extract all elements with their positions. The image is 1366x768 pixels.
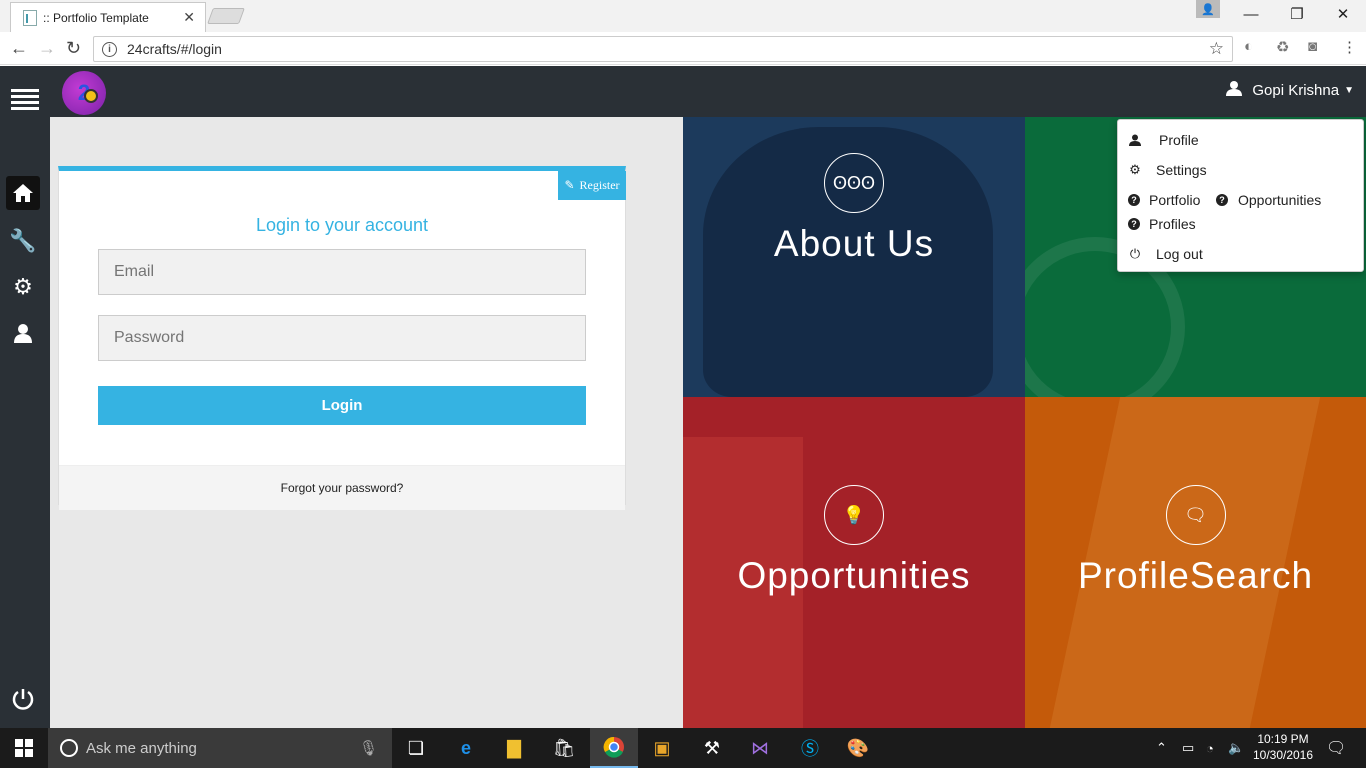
login-button[interactable]: Login <box>98 386 586 425</box>
lightbulb-icon: 💡 <box>824 485 884 545</box>
info-icon[interactable]: i <box>102 41 117 57</box>
address-bar-row: ← → ↻ i 24crafts/#/login ☆ ◐ ♻ ◙ ⋮ <box>0 32 1366 65</box>
menu-profile-label: Profile <box>1159 132 1199 148</box>
search-placeholder: Ask me anything <box>86 739 197 757</box>
clock-time: 10:19 PM <box>1257 732 1309 746</box>
chrome-menu-icon[interactable]: ⋮ <box>1342 38 1357 56</box>
question-circle-icon: ? <box>1216 194 1228 206</box>
user-name: Gopi Krishna <box>1252 82 1340 99</box>
store-icon[interactable]: 🛍 <box>540 728 588 768</box>
close-window-button[interactable]: ✕ <box>1320 0 1366 28</box>
menu-item-opportunities[interactable]: ? Opportunities <box>1216 192 1321 208</box>
user-icon[interactable] <box>6 316 40 350</box>
login-title: Login to your account <box>255 215 429 235</box>
edge-icon[interactable]: e <box>442 728 490 768</box>
top-bar: 2 Gopi Krishna ▼ <box>50 66 1366 117</box>
cortana-search-box[interactable]: Ask me anything 🎙 <box>48 728 392 768</box>
power-icon: ⏻ <box>1129 246 1141 261</box>
page-favicon-icon <box>23 9 37 26</box>
new-tab-button[interactable] <box>207 8 245 24</box>
logo-reel-icon <box>84 89 98 103</box>
user-dropdown-menu: Profile ⚙ Settings ? Portfolio ? Opportu… <box>1117 119 1364 272</box>
tab-title: :: Portfolio Template <box>43 10 149 25</box>
url-text: 24crafts/#/login <box>127 41 222 57</box>
home-icon[interactable] <box>6 176 40 210</box>
cortana-icon <box>60 739 78 757</box>
browser-tab[interactable]: :: Portfolio Template ✕ <box>10 2 206 32</box>
question-circle-icon: ? <box>1128 194 1140 206</box>
user-icon <box>1128 133 1142 147</box>
user-icon <box>1226 80 1243 101</box>
volume-icon[interactable]: 🔈 <box>1228 728 1244 768</box>
windows-start-icon[interactable] <box>0 728 48 768</box>
tools-icon[interactable]: ⚒ <box>688 728 736 768</box>
gear-icon[interactable]: ⚙ <box>6 270 40 304</box>
menu-icon[interactable] <box>8 82 42 116</box>
menu-profiles-label: Profiles <box>1149 216 1196 232</box>
register-button[interactable]: ✎ Register <box>558 171 626 200</box>
email-field[interactable] <box>98 249 586 295</box>
forgot-password-link[interactable]: Forgot your password? <box>59 465 625 510</box>
about-us-tile[interactable]: ʘʘʘ About Us <box>683 117 1025 397</box>
skype-icon[interactable]: Ⓢ <box>786 728 834 768</box>
user-dropdown-toggle[interactable]: Gopi Krishna ▼ <box>1226 80 1354 101</box>
menu-item-settings[interactable]: ⚙ Settings <box>1128 162 1207 178</box>
bookmark-star-icon[interactable]: ☆ <box>1209 39 1224 59</box>
opportunities-label: Opportunities <box>737 555 971 596</box>
forward-icon[interactable]: → <box>38 38 56 59</box>
task-view-icon[interactable]: ❏ <box>392 728 440 768</box>
password-field[interactable] <box>98 315 586 361</box>
profilesearch-tile[interactable]: 🗨 ProfileSearch <box>1025 397 1366 728</box>
clock-date: 10/30/2016 <box>1252 748 1314 762</box>
tray-chevron-icon[interactable]: ⌃ <box>1156 728 1167 768</box>
browser-tab-strip: :: Portfolio Template ✕ 👤 — ❐ ✕ <box>0 0 1366 32</box>
profilesearch-label: ProfileSearch <box>1077 555 1314 596</box>
menu-item-profiles[interactable]: ? Profiles <box>1128 216 1196 232</box>
gear-icon: ⚙ <box>1129 162 1141 177</box>
sidebar: 🔧 ⚙ <box>0 66 50 728</box>
microphone-icon[interactable]: 🎙 <box>359 739 378 757</box>
extension-icon-3[interactable]: ◙ <box>1308 38 1317 55</box>
windows-taskbar: Ask me anything 🎙 ❏ e ▇ 🛍 ▣ ⚒ ⋈ Ⓢ 🎨 ⌃ ▭ … <box>0 728 1366 768</box>
login-card: ✎ Register Login to your account Login F… <box>58 166 626 510</box>
extension-icon-1[interactable]: ◐ <box>1244 38 1253 55</box>
action-center-icon[interactable]: 🗨 <box>1326 728 1346 768</box>
about-us-label: About Us <box>773 223 935 264</box>
chat-icon: 🗨 <box>1165 485 1226 545</box>
visual-studio-icon[interactable]: ⋈ <box>736 728 784 768</box>
battery-icon[interactable]: ▭ <box>1182 728 1194 768</box>
tab-close-icon[interactable]: ✕ <box>183 9 195 26</box>
extension-icon-2[interactable]: ♻ <box>1276 38 1289 56</box>
menu-logout-label: Log out <box>1156 246 1203 262</box>
browser-profile-icon[interactable]: 👤 <box>1196 0 1220 18</box>
app-viewport: 🔧 ⚙ 2 Gopi Krishna ▼ ✎ Register Login to… <box>0 66 1366 728</box>
reload-icon[interactable]: ↻ <box>66 38 81 59</box>
menu-portfolio-label: Portfolio <box>1149 192 1201 208</box>
question-circle-icon: ? <box>1128 218 1140 230</box>
file-explorer-icon[interactable]: ▇ <box>490 728 538 768</box>
register-label: Register <box>579 178 620 192</box>
system-clock[interactable]: 10:19 PM 10/30/2016 <box>1248 731 1318 763</box>
menu-settings-label: Settings <box>1156 162 1207 178</box>
minimize-button[interactable]: — <box>1228 0 1274 28</box>
menu-item-profile[interactable]: Profile <box>1128 132 1199 148</box>
power-icon[interactable] <box>6 682 40 716</box>
paint-icon[interactable]: 🎨 <box>834 728 882 768</box>
restore-button[interactable]: ❐ <box>1274 0 1320 28</box>
menu-item-logout[interactable]: ⏻ Log out <box>1128 246 1203 262</box>
site-logo[interactable]: 2 <box>62 71 106 115</box>
sublime-text-icon[interactable]: ▣ <box>638 728 686 768</box>
back-icon[interactable]: ← <box>10 38 28 59</box>
opportunities-tile[interactable]: 💡 Opportunities <box>683 397 1025 728</box>
wifi-icon[interactable]: ◔ <box>1206 728 1214 768</box>
caret-down-icon: ▼ <box>1344 85 1354 96</box>
menu-item-portfolio[interactable]: ? Portfolio <box>1128 192 1200 208</box>
wrench-icon[interactable]: 🔧 <box>6 224 40 258</box>
pencil-icon: ✎ <box>564 178 575 192</box>
menu-opportunities-label: Opportunities <box>1238 192 1322 208</box>
window-controls: — ❐ ✕ <box>1228 0 1366 28</box>
people-icon: ʘʘʘ <box>824 153 884 213</box>
url-field[interactable]: i 24crafts/#/login ☆ <box>93 36 1233 62</box>
chrome-icon[interactable] <box>590 728 638 768</box>
